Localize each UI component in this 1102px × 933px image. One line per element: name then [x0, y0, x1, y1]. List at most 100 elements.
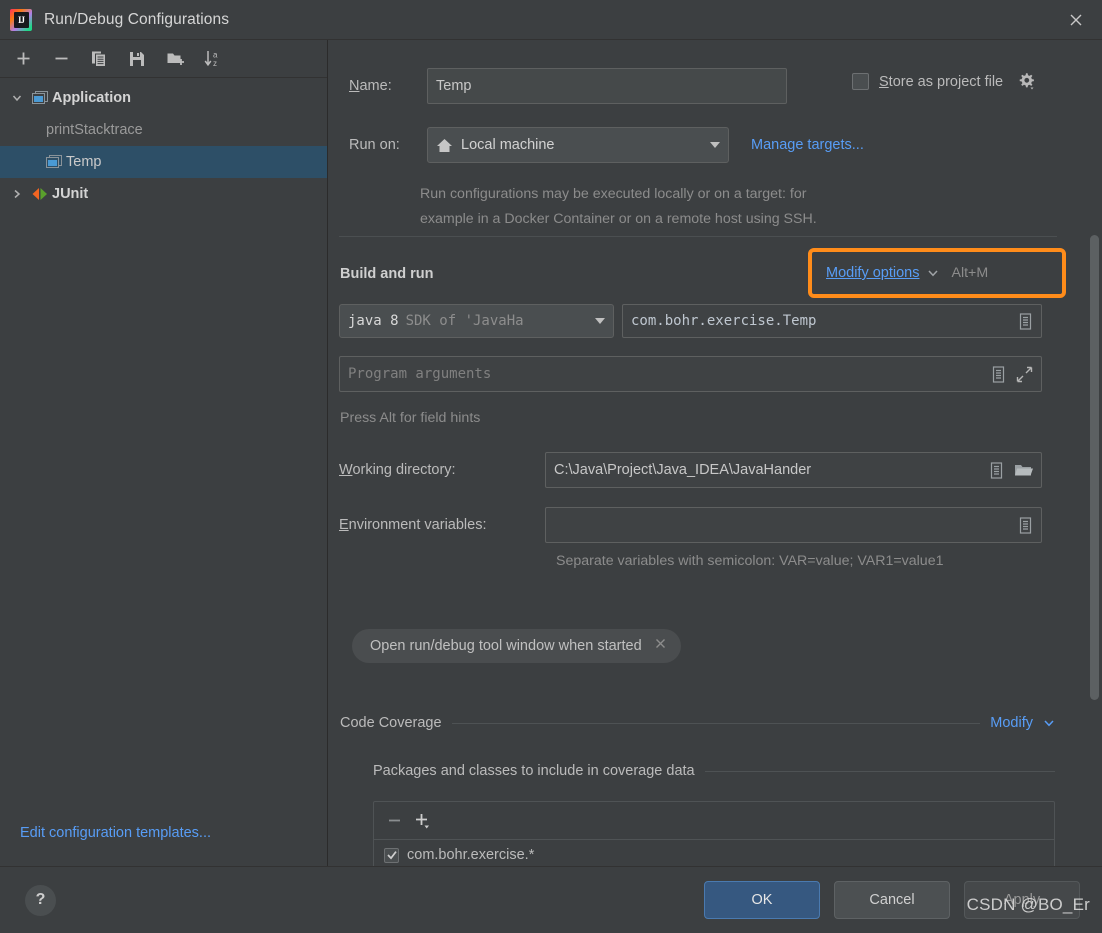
store-as-project-file-checkbox[interactable]	[852, 73, 869, 90]
store-as-project-file-label: Store as project file	[879, 73, 1004, 90]
program-arguments-input[interactable]: Program arguments	[339, 356, 1042, 392]
name-label: Name:	[349, 78, 392, 94]
working-directory-input[interactable]: C:\Java\Project\Java_IDEA\JavaHander	[545, 452, 1042, 488]
list-icon[interactable]	[1018, 516, 1033, 534]
packages-header: Packages and classes to include in cover…	[373, 763, 1055, 779]
folder-open-icon[interactable]	[1014, 462, 1033, 478]
main-class-value: com.bohr.exercise.Temp	[631, 313, 817, 329]
list-icon[interactable]	[991, 365, 1006, 383]
cancel-button[interactable]: Cancel	[834, 881, 950, 919]
save-configuration-button[interactable]	[122, 45, 152, 73]
open-tool-window-chip[interactable]: Open run/debug tool window when started	[352, 629, 681, 663]
tree-item-label: JUnit	[52, 186, 89, 202]
chip-label: Open run/debug tool window when started	[370, 638, 642, 654]
environment-variables-hint: Separate variables with semicolon: VAR=v…	[556, 553, 944, 569]
run-on-value: Local machine	[461, 137, 555, 153]
configurations-toolbar: a z	[0, 40, 327, 78]
code-coverage-modify-link[interactable]: Modify	[990, 715, 1033, 731]
manage-targets-link[interactable]: Manage targets...	[751, 137, 864, 153]
run-on-hint-line2: example in a Docker Container or on a re…	[420, 211, 817, 227]
gear-dropdown-icon[interactable]	[1017, 72, 1036, 91]
coverage-pattern-checkbox[interactable]	[384, 847, 399, 863]
environment-variables-label: Environment variables:	[339, 517, 487, 533]
run-on-label: Run on:	[349, 137, 400, 153]
plus-dropdown-icon[interactable]	[413, 811, 433, 831]
ok-button[interactable]: OK	[704, 881, 820, 919]
environment-variables-input[interactable]	[545, 507, 1042, 543]
application-icon	[28, 91, 52, 105]
jdk-combobox[interactable]: java 8 SDK of 'JavaHa	[339, 304, 614, 338]
add-configuration-button[interactable]	[8, 45, 38, 73]
list-icon[interactable]	[989, 461, 1004, 479]
main-class-input[interactable]: com.bohr.exercise.Temp	[622, 304, 1042, 338]
run-on-hint-line1: Run configurations may be executed local…	[420, 186, 807, 202]
remove-configuration-button[interactable]	[46, 45, 76, 73]
configurations-panel: a z Application printStacktrace Temp JUn…	[0, 40, 328, 866]
edit-configuration-templates-link[interactable]: Edit configuration templates...	[20, 825, 211, 841]
modify-options-shortcut: Alt+M	[951, 265, 989, 281]
copy-icon	[92, 51, 106, 67]
plus-icon	[17, 52, 29, 65]
field-hints-text: Press Alt for field hints	[340, 410, 481, 426]
chevron-down-icon	[710, 142, 720, 148]
window-title: Run/Debug Configurations	[44, 10, 230, 28]
tree-item-junit[interactable]: JUnit	[0, 178, 327, 210]
junit-icon	[28, 187, 52, 201]
working-directory-value: C:\Java\Project\Java_IDEA\JavaHander	[554, 462, 812, 478]
tree-item-label: printStacktrace	[46, 122, 143, 138]
apply-button[interactable]: Apply	[964, 881, 1080, 919]
close-window-button[interactable]	[1050, 0, 1102, 40]
svg-text:z: z	[213, 59, 217, 68]
folder-add-icon	[167, 53, 184, 65]
build-and-run-title: Build and run	[340, 266, 434, 282]
name-input-value: Temp	[436, 78, 472, 94]
list-icon[interactable]	[1018, 312, 1033, 330]
working-directory-label: Working directory:	[339, 462, 456, 478]
name-input[interactable]: Temp	[427, 68, 787, 104]
table-row[interactable]: com.bohr.exercise.*	[374, 840, 1054, 866]
run-on-combobox[interactable]: Local machine	[427, 127, 729, 163]
chevron-right-icon[interactable]	[6, 188, 28, 200]
coverage-pattern-label: com.bohr.exercise.*	[407, 847, 535, 863]
new-folder-button[interactable]	[160, 45, 190, 73]
tree-item-temp[interactable]: Temp	[0, 146, 327, 178]
tree-item-label: Temp	[66, 154, 102, 170]
chevron-down-icon	[927, 267, 939, 279]
code-coverage-title: Code Coverage	[340, 715, 442, 731]
close-icon	[1070, 14, 1082, 26]
program-arguments-placeholder: Program arguments	[348, 366, 492, 382]
configuration-editor: Name: Temp Store as project file Run on:…	[329, 40, 1102, 866]
tree-item-printstacktrace[interactable]: printStacktrace	[0, 114, 327, 146]
code-coverage-header: Code Coverage Modify	[340, 715, 1055, 731]
coverage-table-toolbar	[374, 802, 1054, 840]
jdk-secondary: SDK of 'JavaHa	[405, 313, 524, 329]
tree-item-application[interactable]: Application	[0, 82, 327, 114]
help-button[interactable]: ?	[25, 884, 56, 916]
run-on-hint: Run configurations may be executed local…	[420, 182, 817, 232]
jdk-primary: java 8	[348, 313, 399, 329]
close-small-icon[interactable]	[654, 637, 667, 655]
sort-configurations-button[interactable]: a z	[198, 45, 228, 73]
minus-icon	[55, 57, 67, 60]
run-on-row: Run on: Local machine Manage targets...	[349, 127, 864, 163]
modify-options-link[interactable]: Modify options	[826, 265, 920, 281]
title-bar: IJ Run/Debug Configurations	[0, 0, 1102, 40]
store-as-project-file-row[interactable]: Store as project file	[852, 72, 1036, 91]
intellij-idea-logo-icon: IJ	[10, 8, 32, 31]
content-scrollbar-thumb[interactable]	[1090, 235, 1099, 700]
section-separator-line	[704, 770, 1055, 772]
dialog-footer: ? OK Cancel Apply	[0, 866, 1102, 933]
save-icon	[130, 51, 144, 66]
copy-configuration-button[interactable]	[84, 45, 114, 73]
working-directory-row: Working directory: C:\Java\Project\Java_…	[339, 452, 1042, 488]
logo-text: IJ	[17, 14, 25, 25]
chevron-down-icon	[1043, 717, 1055, 729]
expand-icon[interactable]	[1016, 366, 1033, 383]
minus-icon[interactable]	[386, 812, 403, 829]
coverage-patterns-table: com.bohr.exercise.*	[373, 801, 1055, 866]
application-icon	[42, 155, 66, 169]
sort-az-icon: a z	[204, 51, 218, 68]
chevron-down-icon[interactable]	[6, 92, 28, 104]
home-icon	[436, 138, 453, 153]
environment-variables-row: Environment variables:	[339, 507, 1042, 543]
